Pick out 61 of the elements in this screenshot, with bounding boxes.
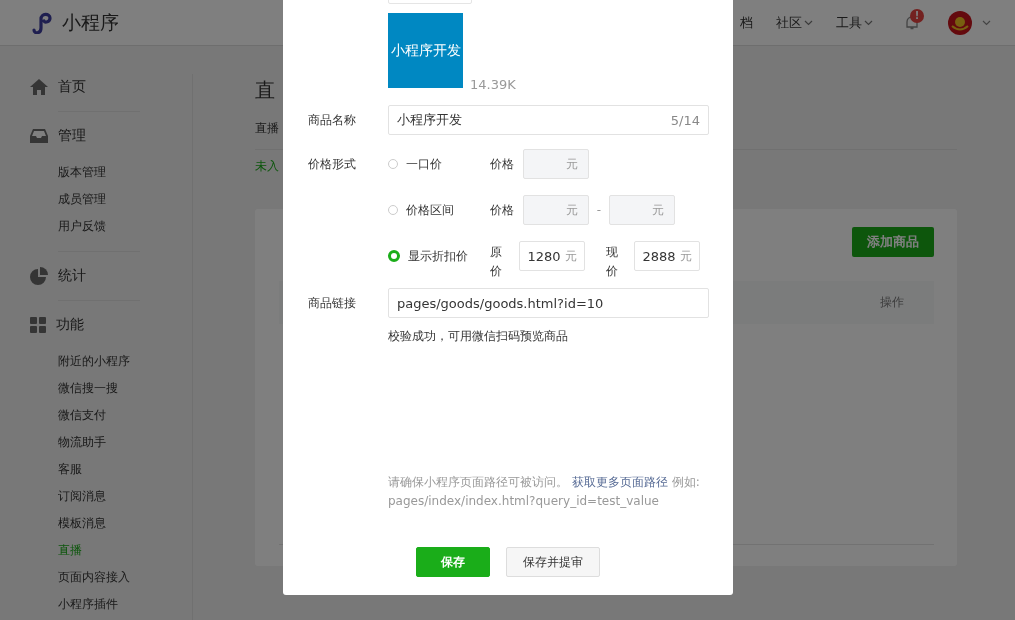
sidebar-item[interactable]: 微信搜一搜 <box>30 375 140 402</box>
sidebar-item[interactable]: 物流助手 <box>30 429 140 456</box>
sidebar-item[interactable]: 小程序插件 <box>30 591 140 618</box>
price-field[interactable]: 元 <box>523 149 589 179</box>
caret-icon <box>864 19 873 26</box>
price-field[interactable]: 2888 元 <box>634 241 700 271</box>
link-field[interactable]: pages/goods/goods.html?id=10 <box>388 288 709 318</box>
sidebar-item[interactable]: 客服 <box>30 456 140 483</box>
sidebar-item[interactable]: 订阅消息 <box>30 483 140 510</box>
sidebar-item[interactable]: 页面内容接入 <box>30 564 140 591</box>
field-label: 价格形式 <box>308 156 357 173</box>
grid-icon <box>30 317 46 333</box>
caret-icon[interactable] <box>982 19 991 26</box>
price-field[interactable]: 元 <box>609 195 675 225</box>
sidebar-item[interactable]: 附近的小程序 <box>30 348 140 375</box>
sidebar-item[interactable]: 微信支付 <box>30 402 140 429</box>
status-text: 未入 <box>255 158 280 175</box>
bell-icon[interactable] <box>904 14 920 31</box>
sidebar-section[interactable]: 统计 <box>30 263 140 289</box>
field-label: 商品链接 <box>308 295 357 312</box>
inbox-icon <box>30 128 48 144</box>
pie-chart-icon <box>30 267 48 285</box>
sidebar-item[interactable]: 用户反馈 <box>30 213 140 240</box>
price-label: 原价 <box>490 244 503 280</box>
file-size: 14.39K <box>470 77 516 92</box>
hint-text: 请确保小程序页面路径可被访问。 获取更多页面路径 例如: pages/index/index.html?query_id=test_value <box>388 474 701 510</box>
sidebar-item[interactable]: 成员管理 <box>30 186 140 213</box>
sidebar-item[interactable]: 模板消息 <box>30 510 140 537</box>
price-option[interactable]: 价格区间 <box>388 195 490 225</box>
name-field[interactable]: 小程序开发 5/14 <box>388 105 709 135</box>
notification-badge: ! <box>910 8 924 23</box>
column-header: 操作 <box>880 294 904 311</box>
field-label: 商品名称 <box>308 112 357 129</box>
page-title: 直 <box>255 77 276 104</box>
tab-label[interactable]: 直播 <box>255 120 281 137</box>
sidebar-section[interactable]: 管理 <box>30 123 140 149</box>
price-option[interactable]: 显示折扣价 <box>388 241 490 271</box>
price-label: 价格 <box>490 202 515 219</box>
nav-link[interactable]: 档 <box>740 13 753 32</box>
save-button[interactable]: 保存 <box>416 547 490 577</box>
nav-link[interactable]: 社区 <box>776 13 813 32</box>
price-label: 价格 <box>490 156 515 173</box>
price-field[interactable]: 1280 元 <box>519 241 585 271</box>
price-option[interactable]: 一口价 <box>388 149 490 179</box>
caret-icon <box>804 19 813 26</box>
home-icon <box>30 79 48 95</box>
hint-link[interactable]: 获取更多页面路径 <box>571 475 668 489</box>
nav-link[interactable]: 工具 <box>836 13 873 32</box>
sidebar-section[interactable]: 功能 <box>30 312 140 338</box>
avatar-icon[interactable] <box>948 10 972 35</box>
range-separator: - <box>595 202 603 219</box>
logo-text: 小程序 <box>62 9 119 35</box>
success-message: 校验成功，可用微信扫码预览商品 <box>388 328 569 345</box>
price-label: 现价 <box>606 244 619 280</box>
add-button[interactable]: 添加商品 <box>852 227 934 257</box>
submit-button[interactable]: 保存并提审 <box>506 547 600 577</box>
sidebar-item[interactable]: 版本管理 <box>30 159 140 186</box>
sidebar-item[interactable]: 直播 <box>30 537 140 564</box>
price-field[interactable]: 元 <box>523 195 589 225</box>
sidebar-section[interactable]: 首页 <box>30 74 140 100</box>
product-image: 小程序开发 <box>388 13 463 88</box>
